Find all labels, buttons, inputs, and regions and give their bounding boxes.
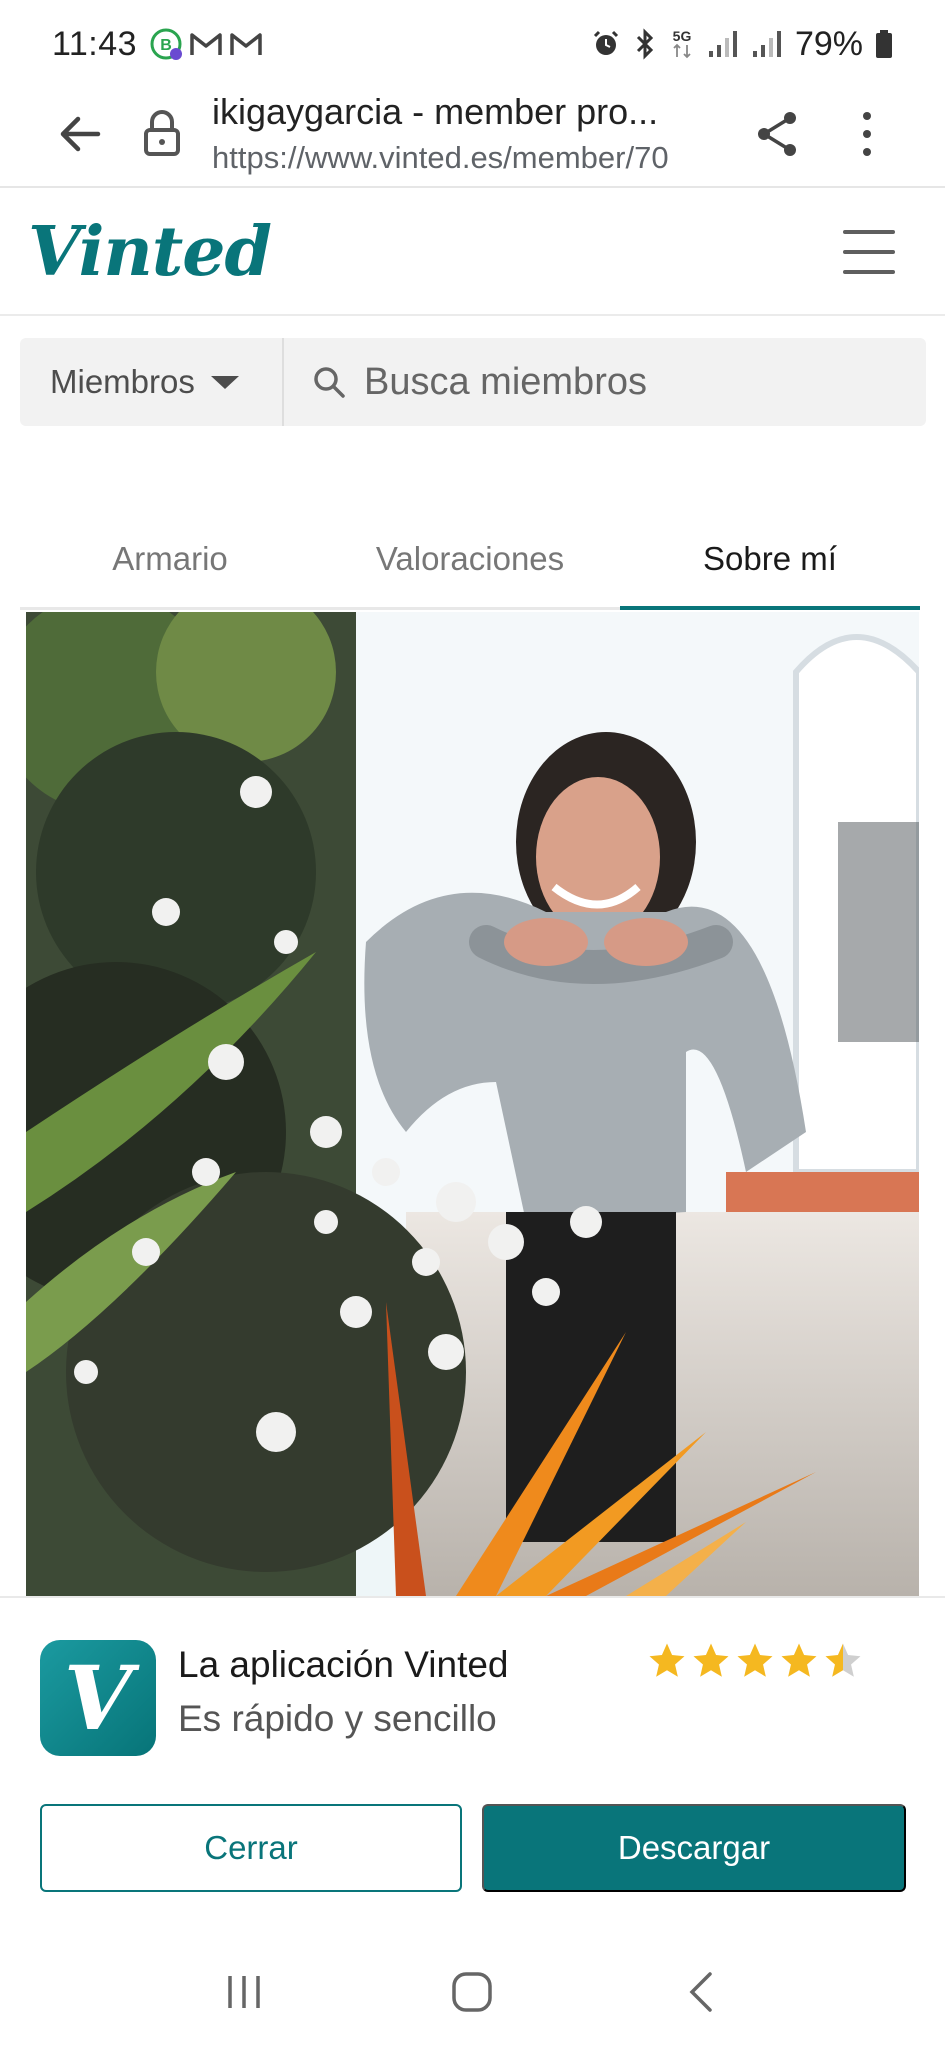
more-vertical-icon: [863, 112, 871, 156]
search-scope-label: Miembros: [50, 363, 195, 400]
chevron-left-icon: [689, 1972, 712, 2012]
status-bar: 11:43 B 5G 79%: [0, 0, 945, 88]
whatsapp-business-icon: B: [150, 28, 183, 60]
app-download-banner: V La aplicación Vinted Es rápido y senci…: [0, 1596, 945, 1936]
search-input[interactable]: [364, 360, 924, 404]
notification-icons: B: [149, 27, 263, 61]
system-status: 5G 79%: [591, 25, 893, 64]
star-icon: [737, 1643, 773, 1677]
hamburger-line: [843, 270, 895, 274]
signal-icon: [708, 31, 737, 57]
alarm-icon: [593, 30, 618, 55]
caret-down-icon: [210, 375, 239, 389]
system-nav-bar: [0, 1936, 945, 2048]
signal-icon: [752, 31, 781, 57]
app-name: La aplicación Vinted: [178, 1644, 509, 1685]
search-bar: Miembros: [20, 338, 926, 426]
half-star-icon: [825, 1643, 861, 1677]
share-icon: [758, 112, 796, 156]
star-icon: [693, 1643, 729, 1677]
app-subtitle: Es rápido y sencillo: [178, 1698, 497, 1739]
gmail-icon: [230, 33, 262, 55]
star-icon: [781, 1643, 817, 1677]
vinted-app-icon: V: [40, 1640, 156, 1756]
download-button[interactable]: Descargar: [482, 1804, 906, 1892]
page-url[interactable]: https://www.vinted.es/member/70: [212, 138, 720, 178]
svg-text:5G: 5G: [673, 28, 692, 44]
status-time: 11:43: [52, 24, 138, 63]
tab-valoraciones[interactable]: Valoraciones: [320, 510, 620, 607]
search-icon: [314, 367, 345, 398]
browser-address-bar: ikigaygarcia - member pro... https://www…: [0, 88, 945, 188]
search-field[interactable]: [284, 338, 926, 426]
app-icon-letter: V: [63, 1646, 133, 1750]
home-button[interactable]: [432, 1962, 512, 2022]
5g-icon: 5G: [673, 28, 692, 59]
battery-icon: [876, 30, 892, 58]
hamburger-line: [843, 230, 895, 234]
back-button[interactable]: [52, 106, 108, 162]
home-icon: [452, 1972, 493, 2012]
profile-tabs: Armario Valoraciones Sobre mí: [20, 510, 920, 610]
recents-icon: [228, 1976, 260, 2008]
arrow-left-icon: [60, 116, 101, 152]
hamburger-line: [843, 250, 895, 254]
page-title[interactable]: ikigaygarcia - member pro...: [212, 88, 732, 136]
star-icon: [649, 1643, 685, 1677]
recents-button[interactable]: [204, 1962, 284, 2022]
tab-armario[interactable]: Armario: [20, 510, 320, 607]
tab-sobre-mi[interactable]: Sobre mí: [620, 510, 920, 610]
menu-button[interactable]: [843, 230, 895, 274]
svg-text:B: B: [160, 37, 172, 54]
search-scope-select[interactable]: Miembros: [20, 338, 284, 426]
site-header: Vinted: [0, 188, 945, 316]
system-back-button[interactable]: [661, 1962, 741, 2022]
more-options-button[interactable]: [852, 106, 882, 162]
gmail-icon: [190, 33, 222, 55]
close-button[interactable]: Cerrar: [40, 1804, 462, 1892]
lock-icon[interactable]: [142, 108, 182, 158]
vinted-logo[interactable]: Vinted: [28, 212, 272, 292]
profile-photo: [26, 612, 919, 1596]
battery-percent: 79%: [794, 24, 863, 63]
share-button[interactable]: [752, 106, 802, 162]
bluetooth-icon: [636, 28, 654, 60]
app-rating: [646, 1640, 864, 1682]
